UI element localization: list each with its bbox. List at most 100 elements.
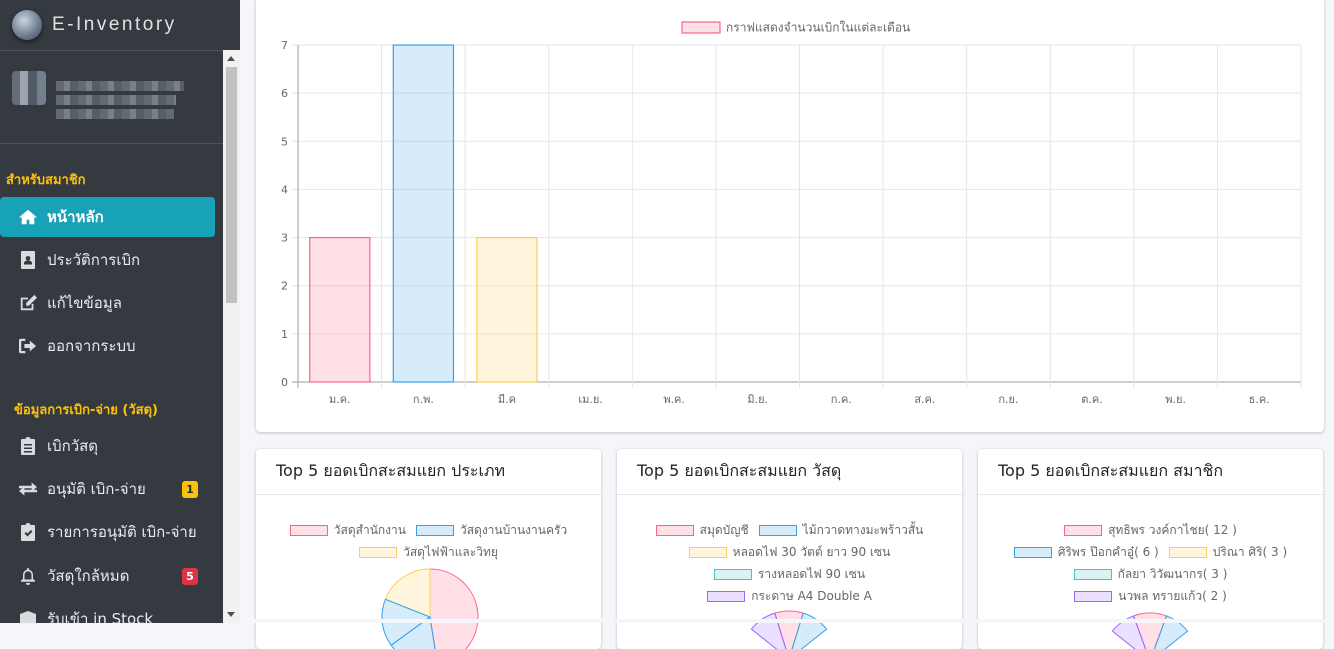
pie-legend: วัสดุสำนักงาน วัสดุงานบ้านงานครัววัสดุไฟฟ… <box>256 519 601 563</box>
legend-label: ไม้กวาดทางมะพร้าวสั้น <box>802 522 924 537</box>
legend-label: หลอดไฟ 30 วัตต์ ยาว 90 เซน <box>732 544 891 559</box>
legend-swatch <box>359 546 398 558</box>
sidebar-item-label: อนุมัติ เบิก-จ่าย <box>47 480 146 498</box>
home-icon <box>18 207 38 227</box>
legend-label: สุทธิพร วงค์กาไชย( 12 ) <box>1108 522 1237 537</box>
legend-row: รางหลอดไฟ 90 เซน <box>617 563 962 585</box>
legend-item[interactable]: กระดาษ A4 Double A <box>707 587 872 606</box>
user-name-redacted <box>56 109 174 119</box>
x-tick-label: เม.ย. <box>578 393 602 406</box>
legend-swatch <box>713 568 752 580</box>
legend-swatch <box>688 546 727 558</box>
bar[interactable] <box>476 236 538 383</box>
clipboard-check-icon <box>18 522 38 542</box>
sidebar-item-label: รับเข้า in Stock <box>47 610 154 623</box>
scroll-up-icon[interactable] <box>227 56 235 61</box>
x-tick-label: พ.ย. <box>1165 393 1186 406</box>
legend-item[interactable]: สมุดบัญชี <box>655 521 749 540</box>
pie-legend: สมุดบัญชี ไม้กวาดทางมะพร้าวสั้นหลอดไฟ 30 … <box>617 519 962 607</box>
legend-item[interactable]: ศิริพร ป๊อกคำอู๋( 6 ) <box>1013 543 1159 562</box>
x-tick-label: ส.ค. <box>914 393 935 406</box>
chart-legend[interactable]: กราฟแสดงจำนวนเบิกในแต่ละเดือน <box>681 21 910 35</box>
pie-slice[interactable] <box>384 568 431 618</box>
legend-item[interactable]: หลอดไฟ 30 วัตต์ ยาว 90 เซน <box>688 543 891 562</box>
sidebar-item-low-stock[interactable]: วัสดุใกล้หมด 5 <box>0 556 215 596</box>
legend-swatch <box>655 524 694 536</box>
sidebar-item-label: ออกจากระบบ <box>47 337 136 355</box>
bar[interactable] <box>309 236 371 383</box>
x-tick-label: ก.ย. <box>998 393 1018 406</box>
monthly-bar-chart: กราฟแสดงจำนวนเบิกในแต่ละเดือน 0 1 2 3 4 5 6 7 ม.ค… <box>281 21 1302 406</box>
pie-slice[interactable] <box>429 568 479 649</box>
y-tick-label: 0 <box>281 376 288 389</box>
legend-swatch <box>1013 546 1052 558</box>
sidebar-item-approved-list[interactable]: รายการอนุมัติ เบิก-จ่าย <box>0 512 215 552</box>
sidebar-scrollbar[interactable] <box>223 50 240 623</box>
legend-item[interactable]: วัสดุงานบ้านงานครัว <box>415 521 567 540</box>
y-tick-label: 3 <box>281 232 288 245</box>
sidebar-item-edit-profile[interactable]: แก้ไขข้อมูล <box>0 283 215 323</box>
scroll-down-icon[interactable] <box>227 612 235 617</box>
box-icon <box>18 609 38 623</box>
legend-item[interactable]: กัลยา วิวัฒนากร( 3 ) <box>1073 565 1228 584</box>
sidebar-item-label: วัสดุใกล้หมด <box>47 567 130 585</box>
sidebar-item-approve[interactable]: อนุมัติ เบิก-จ่าย 1 <box>0 469 215 509</box>
legend-label: กัลยา วิวัฒนากร( 3 ) <box>1117 566 1228 581</box>
y-tick-label: 2 <box>281 280 288 293</box>
legend-item[interactable]: นวพล ทรายแก้ว( 2 ) <box>1074 587 1227 606</box>
legend-swatch <box>1064 524 1103 536</box>
legend-label: นวพล ทรายแก้ว( 2 ) <box>1118 588 1227 603</box>
x-tick-label: ก.พ. <box>413 393 434 406</box>
legend-swatch <box>289 524 328 536</box>
legend-row: นวพล ทรายแก้ว( 2 ) <box>978 585 1323 607</box>
legend-row: วัสดุสำนักงาน วัสดุงานบ้านงานครัว <box>256 519 601 541</box>
sidebar-item-label: ประวัติการเบิก <box>47 251 141 269</box>
scrollbar-thumb[interactable] <box>226 67 237 303</box>
card-title: Top 5 ยอดเบิกสะสมแยก ประเภท <box>256 449 601 495</box>
legend-row: สมุดบัญชี ไม้กวาดทางมะพร้าวสั้น <box>617 519 962 541</box>
x-tick-label: ธ.ค. <box>1249 393 1270 406</box>
legend-row: สุทธิพร วงค์กาไชย( 12 ) <box>978 519 1323 541</box>
low-stock-count-badge: 5 <box>182 568 198 585</box>
y-tick-label: 6 <box>281 87 288 100</box>
user-name-redacted <box>56 95 176 105</box>
exchange-icon <box>18 479 38 499</box>
sidebar-item-label: เบิกวัสดุ <box>47 437 99 455</box>
sidebar-item-logout[interactable]: ออกจากระบบ <box>0 326 215 366</box>
sidebar-item-label: แก้ไขข้อมูล <box>47 294 122 312</box>
legend-label: กราฟแสดงจำนวนเบิกในแต่ละเดือน <box>726 21 910 35</box>
legend-label: รางหลอดไฟ 90 เซน <box>757 566 866 581</box>
x-tick-label: ต.ค. <box>1081 393 1103 406</box>
legend-item[interactable]: วัสดุสำนักงาน <box>289 521 406 540</box>
legend-swatch <box>415 524 454 536</box>
x-tick-label: ม.ค. <box>329 393 351 406</box>
user-name-redacted <box>56 81 184 91</box>
legend-label: สมุดบัญชี <box>699 522 749 537</box>
legend-row: กระดาษ A4 Double A <box>617 585 962 607</box>
legend-item[interactable]: วัสดุไฟฟ้าและวิทยุ <box>359 543 498 562</box>
legend-swatch <box>1168 546 1207 558</box>
sidebar: E-Inventory สำหรับสมาชิก หน้าหลัก ประวัต… <box>0 0 240 623</box>
sidebar-item-history[interactable]: ประวัติการเบิก <box>0 240 215 280</box>
avatar[interactable] <box>12 71 46 105</box>
x-tick-label: มิ.ย. <box>747 393 768 406</box>
clipboard-list-icon <box>18 436 38 456</box>
pie-slice[interactable] <box>774 610 804 649</box>
bell-icon <box>18 566 38 586</box>
legend-item[interactable]: ปริณา ศิริ( 3 ) <box>1168 543 1287 562</box>
legend-item[interactable]: รางหลอดไฟ 90 เซน <box>713 565 866 584</box>
legend-row: ศิริพร ป๊อกคำอู๋( 6 ) ปริณา ศิริ( 3 ) <box>978 541 1323 563</box>
bar[interactable] <box>392 44 455 383</box>
sidebar-header-inventory: ข้อมูลการเบิก-จ่าย (วัสดุ) <box>14 403 158 418</box>
brand-link[interactable]: E-Inventory <box>0 0 240 51</box>
legend-item[interactable]: สุทธิพร วงค์กาไชย( 12 ) <box>1064 521 1237 540</box>
pie-legend: สุทธิพร วงค์กาไชย( 12 ) ศิริพร ป๊อกคำอู๋(… <box>978 519 1323 607</box>
sidebar-item-stock-in[interactable]: รับเข้า in Stock <box>0 599 215 623</box>
legend-item[interactable]: ไม้กวาดทางมะพร้าวสั้น <box>758 521 924 540</box>
id-badge-icon <box>18 250 38 270</box>
sidebar-item-home[interactable]: หน้าหลัก <box>0 197 215 237</box>
sidebar-item-request-material[interactable]: เบิกวัสดุ <box>0 426 215 466</box>
monthly-chart-card: กราฟแสดงจำนวนเบิกในแต่ละเดือน 0 1 2 3 4 5 6 7 ม.ค… <box>256 0 1324 432</box>
y-tick-label: 5 <box>281 135 288 148</box>
legend-label: ศิริพร ป๊อกคำอู๋( 6 ) <box>1057 544 1159 559</box>
